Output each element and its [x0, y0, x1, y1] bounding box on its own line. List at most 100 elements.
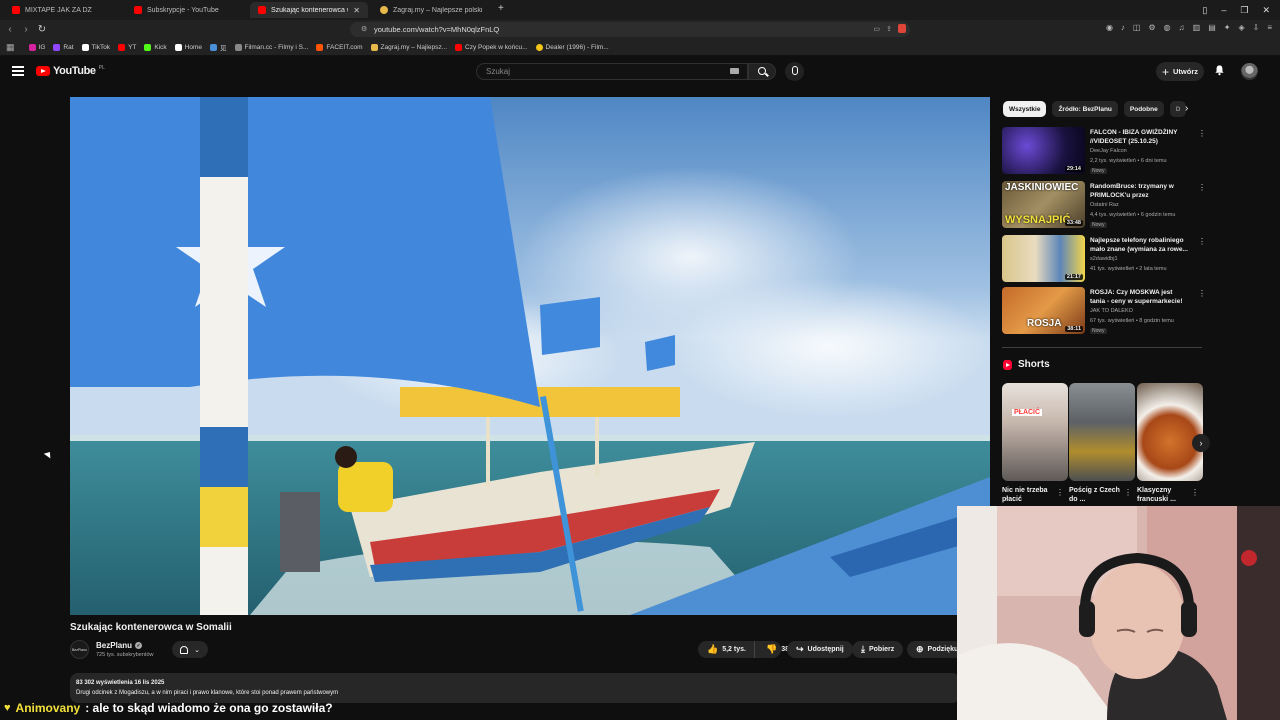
bookmark-item[interactable]: IG [28, 43, 46, 51]
extension-icon[interactable]: ♫ [1179, 23, 1185, 32]
chevron-right-icon[interactable]: › [1185, 103, 1188, 114]
wallet-icon[interactable]: ▤ [1208, 23, 1216, 32]
apps-grid-icon[interactable]: ▦ [6, 42, 15, 53]
video-thumbnail[interactable]: ROSJA 38:11 [1002, 287, 1085, 334]
thanks-button[interactable]: ⊕ Podziękuj [907, 641, 962, 658]
filman-icon [234, 43, 242, 51]
bookmark-item[interactable]: TikTok [81, 43, 110, 51]
brave-shield-icon[interactable] [898, 24, 906, 33]
browser-tab-active[interactable]: Szukając kontenerowca w So ✕ [250, 2, 368, 18]
duration-badge: 38:11 [1065, 326, 1083, 332]
more-options-icon[interactable]: ⋮ [1198, 183, 1206, 192]
kick-icon [144, 43, 152, 51]
shorts-icon [1003, 359, 1012, 370]
x-icon [174, 43, 182, 51]
recommendation-item[interactable]: JASKINIOWIEC WYSNAJPIĆ 33:48 RandomBruce… [1002, 181, 1206, 229]
bookmark-item[interactable]: YT [118, 43, 136, 51]
bookmark-item[interactable]: FACEIT.com [316, 43, 363, 51]
youtube-favicon-icon [258, 6, 266, 14]
video-thumbnail[interactable]: 29:14 [1002, 127, 1085, 174]
forward-icon[interactable]: › [18, 24, 34, 35]
bookmark-item[interactable]: 见 [210, 42, 227, 52]
recommendation-title: Najlepsze telefony robaliniego mało znan… [1090, 237, 1188, 253]
vpn-icon[interactable]: ◈ [1238, 23, 1244, 32]
short-thumbnail[interactable] [1137, 383, 1203, 481]
more-options-icon[interactable]: ⋮ [1056, 488, 1064, 497]
bookmark-item[interactable]: Rat [53, 43, 74, 51]
reload-icon[interactable]: ↻ [34, 24, 50, 35]
url-bar[interactable]: ⚙ youtube.com/watch?v=MhN0qlzFnLQ ▭ ⇪ [350, 22, 910, 37]
share-page-icon[interactable]: ⇪ [886, 25, 892, 33]
subscription-bell-button[interactable]: ⌄ [172, 641, 208, 658]
chip-related[interactable]: Podobne [1123, 101, 1164, 117]
back-icon[interactable]: ‹ [2, 24, 18, 35]
keyboard-icon[interactable] [730, 68, 739, 74]
channel-avatar[interactable]: BezPlanu [70, 640, 89, 659]
download-button[interactable]: ⤓ Pobierz [852, 641, 904, 658]
bookmark-item[interactable]: Filman.cc - Filmy i S... [234, 43, 308, 51]
chip-more[interactable]: D [1169, 101, 1187, 117]
video-thumbnail[interactable]: 21:17 [1002, 235, 1085, 282]
bookmark-item[interactable]: Home [174, 43, 202, 51]
menu-icon[interactable]: ≡ [1267, 23, 1272, 32]
bookmark-item[interactable]: Czy Popek w końcu... [455, 43, 528, 51]
browser-tab[interactable]: Zagraj.my – Najlepsze polskie quizy [372, 2, 490, 18]
voice-search-button[interactable] [785, 62, 804, 81]
extension-icon[interactable]: ◉ [1106, 23, 1113, 32]
search-button[interactable] [748, 63, 776, 80]
recommendation-item[interactable]: 21:17 Najlepsze telefony robaliniego mał… [1002, 235, 1206, 283]
chevron-right-icon[interactable]: › [1192, 434, 1210, 452]
recommendation-channel: JAK TO DALEKO [1090, 308, 1133, 314]
new-tab-button[interactable]: + [498, 3, 504, 14]
short-thumbnail[interactable] [1069, 383, 1135, 481]
bookmark-item[interactable]: Kick [144, 43, 167, 51]
account-avatar[interactable] [1241, 63, 1258, 80]
share-button[interactable]: ↪ Udostępnij [787, 641, 853, 658]
create-button[interactable]: + Utwórz [1156, 62, 1204, 81]
bookmark-item[interactable]: Zagraj.my – Najlepsz... [370, 43, 447, 51]
more-options-icon[interactable]: ⋮ [1124, 488, 1132, 497]
more-options-icon[interactable]: ⋮ [1191, 488, 1199, 497]
close-window-icon[interactable]: ✕ [1262, 5, 1270, 16]
short-thumbnail[interactable]: PŁACIĆ [1002, 383, 1068, 481]
youtube-icon [455, 43, 463, 51]
browser-tab[interactable]: MIXTAPE JAK ZA DZ [4, 2, 124, 18]
extension-icon[interactable]: ◍ [1164, 23, 1171, 32]
site-info-icon[interactable]: ⚙ [361, 25, 367, 33]
close-tab-icon[interactable]: ✕ [353, 6, 360, 15]
bookmark-label: IG [38, 43, 46, 51]
new-badge: Nowy [1090, 328, 1107, 334]
extension-icon[interactable]: ♪ [1121, 23, 1125, 32]
video-player[interactable] [70, 97, 990, 615]
install-icon[interactable]: ▭ [873, 25, 880, 33]
chip-all[interactable]: Wszystkie [1003, 101, 1047, 117]
notifications-icon[interactable] [1214, 64, 1225, 76]
bookmark-item[interactable]: Dealer (1996) - Film... [535, 43, 609, 51]
minimize-icon[interactable]: – [1221, 5, 1226, 15]
extension-icon[interactable]: ◫ [1133, 23, 1141, 32]
more-options-icon[interactable]: ⋮ [1198, 129, 1206, 138]
more-options-icon[interactable]: ⋮ [1198, 237, 1206, 246]
extension-icon[interactable]: ⚙ [1148, 23, 1155, 32]
search-input[interactable]: Szukaj [476, 63, 748, 80]
chip-source[interactable]: Źródło: BezPlanu [1052, 101, 1118, 117]
recommendation-meta: 41 tys. wyświetleń • 2 lata temu [1090, 266, 1167, 272]
video-thumbnail[interactable]: JASKINIOWIEC WYSNAJPIĆ 33:48 [1002, 181, 1085, 228]
channel-name[interactable]: BezPlanu ✓ [96, 641, 143, 650]
dislike-button[interactable]: 👎 38 [759, 644, 789, 655]
sidebar-toggle-icon[interactable]: ▯ [1202, 5, 1207, 16]
youtube-logo[interactable]: YouTube PL [36, 65, 105, 77]
puzzle-icon[interactable]: ✦ [1224, 23, 1231, 32]
mouse-cursor-icon [43, 449, 54, 459]
like-button[interactable]: 👍 5,2 tys. [698, 641, 755, 658]
sidebar-icon[interactable]: ▥ [1193, 23, 1201, 32]
maximize-icon[interactable]: ❐ [1240, 5, 1248, 16]
download-icon[interactable]: ⇩ [1253, 23, 1260, 32]
browser-tab[interactable]: Subskrypcje - YouTube [126, 2, 246, 18]
youtube-header: YouTube PL Szukaj + Utwórz [0, 57, 1280, 87]
more-options-icon[interactable]: ⋮ [1198, 289, 1206, 298]
menu-icon[interactable] [12, 66, 24, 76]
recommendation-item[interactable]: 29:14 FALCON - IBIZA GWIŻDŻINY //VIDEOSE… [1002, 127, 1206, 175]
view-stats: 83 302 wyświetlenia 16 lis 2025 [76, 680, 165, 686]
recommendation-item[interactable]: ROSJA 38:11 ROSJA: Czy MOSKWA jest tania… [1002, 287, 1206, 335]
